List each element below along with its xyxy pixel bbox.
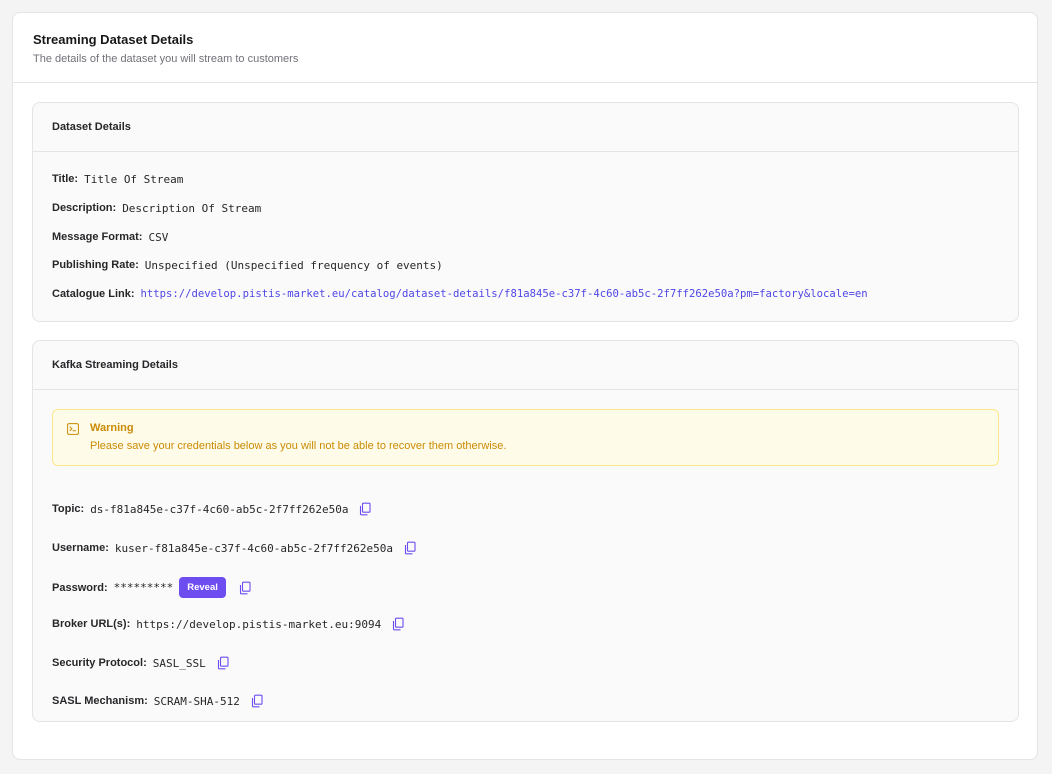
dataset-details-header: Dataset Details bbox=[33, 103, 1018, 152]
broker-url-value: https://develop.pistis-market.eu:9094 bbox=[136, 617, 382, 631]
sasl-mechanism-label: SASL Mechanism: bbox=[52, 695, 148, 707]
topic-row: Topic: ds-f81a845e-c37f-4c60-ab5c-2f7ff2… bbox=[52, 500, 372, 518]
dataset-description-value: Description Of Stream bbox=[122, 201, 262, 215]
dataset-title-row: Title: Title Of Stream bbox=[52, 170, 183, 188]
card-header: Streaming Dataset Details The details of… bbox=[13, 13, 1037, 83]
sasl-mechanism-value: SCRAM-SHA-512 bbox=[153, 694, 240, 708]
security-protocol-label: Security Protocol: bbox=[52, 657, 147, 669]
copy-username-icon[interactable] bbox=[403, 541, 417, 555]
copy-broker-url-icon[interactable] bbox=[391, 617, 405, 631]
password-label: Password: bbox=[52, 581, 108, 594]
broker-url-row: Broker URL(s): https://develop.pistis-ma… bbox=[52, 615, 405, 633]
security-protocol-row: Security Protocol: SASL_SSL bbox=[52, 654, 230, 672]
terminal-icon bbox=[67, 423, 79, 435]
dataset-description-label: Description: bbox=[52, 202, 117, 214]
security-protocol-value: SASL_SSL bbox=[152, 656, 206, 670]
sasl-mechanism-row: SASL Mechanism: SCRAM-SHA-512 bbox=[52, 692, 264, 710]
topic-value: ds-f81a845e-c37f-4c60-ab5c-2f7ff262e50a bbox=[90, 502, 349, 516]
publishing-rate-value: Unspecified (Unspecified frequency of ev… bbox=[144, 258, 443, 272]
copy-topic-icon[interactable] bbox=[358, 502, 372, 516]
username-label: Username: bbox=[52, 542, 109, 554]
copy-security-protocol-icon[interactable] bbox=[216, 656, 230, 670]
topic-label: Topic: bbox=[52, 503, 85, 515]
password-row: Password: ********* Reveal bbox=[52, 577, 252, 598]
password-value: ********* bbox=[113, 581, 174, 594]
message-format-value: CSV bbox=[148, 230, 169, 244]
dataset-description-row: Description: Description Of Stream bbox=[52, 199, 261, 217]
catalogue-link[interactable]: https://develop.pistis-market.eu/catalog… bbox=[141, 288, 868, 300]
credentials-warning: Warning Please save your credentials bel… bbox=[52, 409, 999, 466]
kafka-details-header: Kafka Streaming Details bbox=[33, 341, 1018, 390]
reveal-password-button[interactable]: Reveal bbox=[179, 577, 226, 598]
page-subtitle: The details of the dataset you will stre… bbox=[33, 53, 299, 65]
username-value: kuser-f81a845e-c37f-4c60-ab5c-2f7ff262e5… bbox=[114, 541, 394, 555]
kafka-details-card: Kafka Streaming Details Warning Please s… bbox=[32, 340, 1019, 722]
publishing-rate-label: Publishing Rate: bbox=[52, 259, 139, 271]
message-format-label: Message Format: bbox=[52, 231, 143, 243]
message-format-row: Message Format: CSV bbox=[52, 228, 168, 246]
publishing-rate-row: Publishing Rate: Unspecified (Unspecifie… bbox=[52, 256, 443, 274]
copy-sasl-mechanism-icon[interactable] bbox=[250, 694, 264, 708]
copy-password-icon[interactable] bbox=[238, 581, 252, 595]
page-title: Streaming Dataset Details bbox=[33, 32, 194, 47]
broker-url-label: Broker URL(s): bbox=[52, 618, 131, 630]
dataset-title-label: Title: bbox=[52, 173, 79, 185]
warning-title: Warning bbox=[90, 422, 134, 434]
dataset-title-value: Title Of Stream bbox=[84, 172, 184, 186]
catalogue-link-row: Catalogue Link: https://develop.pistis-m… bbox=[52, 285, 868, 303]
warning-text: Please save your credentials below as yo… bbox=[90, 440, 507, 452]
catalogue-link-label: Catalogue Link: bbox=[52, 288, 135, 300]
username-row: Username: kuser-f81a845e-c37f-4c60-ab5c-… bbox=[52, 539, 417, 557]
streaming-dataset-card: Streaming Dataset Details The details of… bbox=[12, 12, 1038, 760]
dataset-details-card: Dataset Details Title: Title Of Stream D… bbox=[32, 102, 1019, 322]
